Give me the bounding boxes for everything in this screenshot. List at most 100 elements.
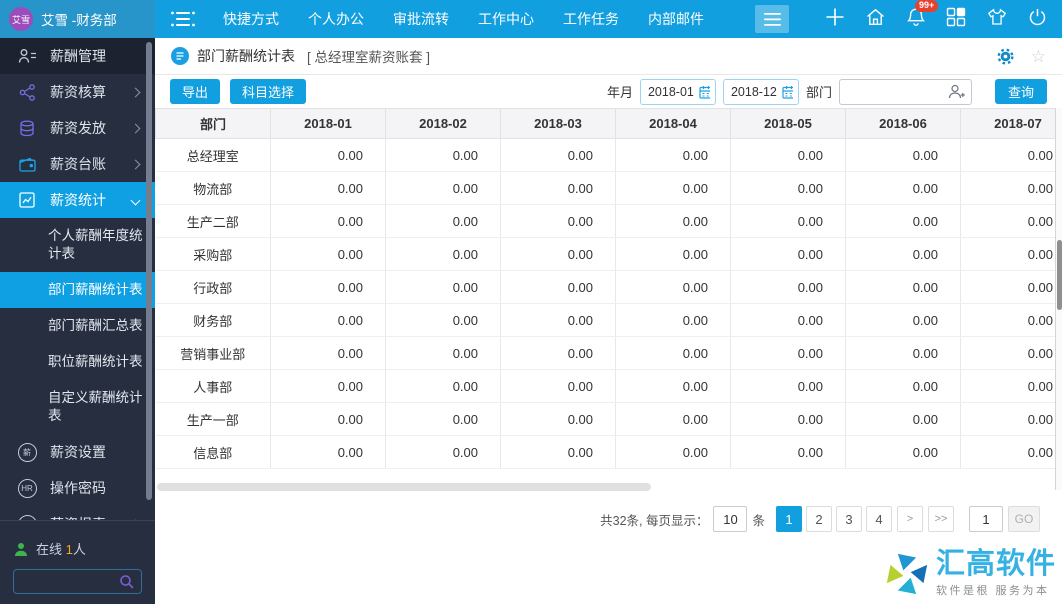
value-cell: 0.00 <box>845 171 961 205</box>
date-to-box[interactable] <box>722 78 799 105</box>
value-cell: 0.00 <box>730 237 846 271</box>
watermark-slogan: 软件是根 服务为本 <box>935 585 1050 597</box>
submenu-item-dept-salary-stats[interactable]: 部门薪酬统计表 <box>0 272 155 308</box>
value-cell: 0.00 <box>960 435 1055 469</box>
dept-cell: 人事部 <box>155 369 271 403</box>
value-cell: 0.00 <box>270 402 386 436</box>
page-button[interactable]: 1 <box>776 506 802 532</box>
next-page-button[interactable]: > <box>897 506 923 532</box>
value-cell: 0.00 <box>730 171 846 205</box>
dept-cell: 营销事业部 <box>155 336 271 370</box>
table-row: 总经理室 0.00 0.00 0.00 0.00 0.00 0.00 0.00 <box>155 138 1055 172</box>
sidebar-item-salary-stats[interactable]: 薪资统计 <box>0 182 155 218</box>
value-cell: 0.00 <box>615 138 731 172</box>
sidebar-item-salary-management[interactable]: 薪酬管理 <box>0 38 155 74</box>
plus-icon[interactable] <box>825 7 845 32</box>
date-from-box[interactable] <box>639 78 716 105</box>
last-page-button[interactable]: >> <box>928 506 954 532</box>
power-icon[interactable] <box>1028 7 1047 32</box>
value-cell: 0.00 <box>500 402 616 436</box>
calendar-icon[interactable] <box>699 85 710 99</box>
favorite-star-icon[interactable]: ☆ <box>1031 48 1046 65</box>
value-cell: 0.00 <box>845 435 961 469</box>
value-cell: 0.00 <box>500 237 616 271</box>
value-cell: 0.00 <box>845 336 961 370</box>
value-cell: 0.00 <box>960 336 1055 370</box>
shirt-icon[interactable] <box>986 7 1008 32</box>
apps-grid-icon[interactable] <box>946 7 966 32</box>
topbar-logo[interactable]: 艾雪 艾雪 -财务部 <box>0 0 155 38</box>
page-size-input[interactable] <box>713 506 748 532</box>
vertical-scrollbar[interactable] <box>1055 108 1062 490</box>
topbar-menu-item[interactable]: 审批流转 <box>393 9 449 29</box>
subject-select-button[interactable]: 科目选择 <box>230 79 307 104</box>
value-cell: 0.00 <box>615 171 731 205</box>
export-button[interactable]: 导出 <box>170 79 221 104</box>
value-cell: 0.00 <box>960 303 1055 337</box>
submenu-item-position-salary-stats[interactable]: 职位薪酬统计表 <box>0 344 155 380</box>
value-cell: 0.00 <box>730 303 846 337</box>
topbar-menu-item[interactable]: 工作中心 <box>478 9 534 29</box>
value-cell: 0.00 <box>615 369 731 403</box>
bell-icon[interactable]: 99+ <box>906 0 939 32</box>
column-header: 2018-07 <box>960 108 1055 139</box>
sidebar-search-input[interactable] <box>21 574 119 589</box>
dept-filter-box[interactable] <box>839 78 972 105</box>
page-button[interactable]: 4 <box>866 506 892 532</box>
topbar-menu-item[interactable]: 快捷方式 <box>223 9 279 29</box>
topbar-menu-item[interactable]: 内部邮件 <box>648 9 704 29</box>
value-cell: 0.00 <box>845 237 961 271</box>
table-row: 生产一部 0.00 0.00 0.00 0.00 0.00 0.00 0.00 <box>155 402 1055 436</box>
watermark-brand: 汇高软件 <box>935 548 1056 581</box>
page-button[interactable]: 3 <box>836 506 862 532</box>
submenu-item-dept-salary-summary[interactable]: 部门薪酬汇总表 <box>0 308 155 344</box>
sidebar-toggle-icon[interactable] <box>170 10 196 28</box>
dept-input[interactable] <box>846 84 948 99</box>
go-button[interactable]: GO <box>1008 506 1040 532</box>
value-cell: 0.00 <box>845 138 961 172</box>
home-icon[interactable] <box>865 7 886 32</box>
value-cell: 0.00 <box>270 369 386 403</box>
submenu-item-custom-salary-stats[interactable]: 自定义薪酬统计表 <box>0 380 155 434</box>
page-button[interactable]: 2 <box>806 506 832 532</box>
sidebar-search-box[interactable] <box>13 569 142 594</box>
sidebar-item-salary-payment[interactable]: 薪资发放 <box>0 110 155 146</box>
query-button[interactable]: 查询 <box>995 79 1047 104</box>
value-cell: 0.00 <box>730 138 846 172</box>
value-cell: 0.00 <box>615 303 731 337</box>
yearmonth-label: 年月 <box>606 85 633 100</box>
apps-hamburger-icon[interactable] <box>755 5 789 33</box>
sidebar-item-salary-calc[interactable]: 薪资核算 <box>0 74 155 110</box>
sidebar-scrollbar[interactable] <box>146 42 152 500</box>
chevron-right-icon <box>130 159 141 169</box>
calendar-icon[interactable] <box>782 85 793 99</box>
sidebar-item-salary-ledger[interactable]: 薪资台账 <box>0 146 155 182</box>
sidebar-item-salary-settings[interactable]: 薪 薪资设置 <box>0 434 155 470</box>
topbar-menu-item[interactable]: 个人办公 <box>308 9 364 29</box>
main-content: 部门薪酬统计表 [ 总经理室薪资账套 ] ☆ 导出 科目选择 年月 部门 <box>155 38 1062 604</box>
dept-cell: 物流部 <box>155 171 271 205</box>
submenu-item-personal-annual-stats[interactable]: 个人薪酬年度统计表 <box>0 218 155 272</box>
page-buttons: 1234 <box>776 506 892 532</box>
value-cell: 0.00 <box>615 435 731 469</box>
settings-gear-icon[interactable] <box>997 47 1014 65</box>
value-cell: 0.00 <box>615 402 731 436</box>
column-header: 部门 <box>155 108 271 139</box>
goto-page-input[interactable] <box>969 506 1003 532</box>
date-from-input[interactable] <box>647 84 696 99</box>
date-to-input[interactable] <box>730 84 779 99</box>
account-set-label: [ 总经理室薪资账套 ] <box>307 50 431 65</box>
dept-cell: 信息部 <box>155 435 271 469</box>
horizontal-scrollbar[interactable] <box>157 483 651 491</box>
value-cell: 0.00 <box>385 204 501 238</box>
topbar-menu-item[interactable]: 工作任务 <box>563 9 619 29</box>
person-add-icon[interactable] <box>948 84 965 99</box>
wallet-icon <box>17 157 37 172</box>
avatar[interactable]: 艾雪 <box>9 7 33 31</box>
column-header: 2018-05 <box>730 108 846 139</box>
search-icon[interactable] <box>119 574 134 589</box>
sidebar-item-label: 薪酬管理 <box>50 48 106 64</box>
sidebar-item-operation-password[interactable]: HR 操作密码 <box>0 470 155 506</box>
sidebar-item-salary-report[interactable]: 报 薪资报表 <box>0 506 155 520</box>
vertical-scrollbar-thumb[interactable] <box>1057 240 1062 310</box>
